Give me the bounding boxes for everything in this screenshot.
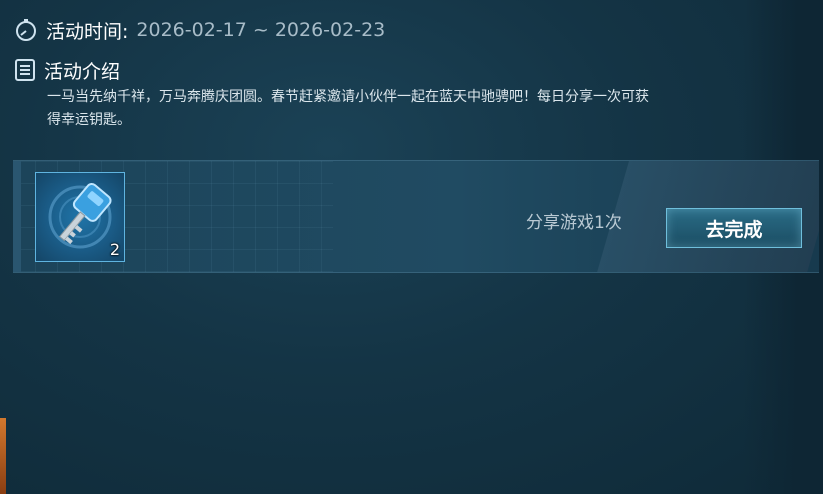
reward-item[interactable]: 2 [35,172,125,262]
activity-intro-label: 活动介绍 [44,60,121,83]
activity-time-label: 活动时间: [46,20,129,43]
list-document-icon [15,59,35,81]
reward-count: 2 [109,240,120,259]
activity-time-value: 2026-02-17 ~ 2026-02-23 [136,19,386,41]
activity-time-row: 活动时间: 2026-02-17 ~ 2026-02-23 [14,16,385,44]
background-orange-edge [0,418,6,494]
activity-description: 一马当先纳千祥，万马奔腾庆团圆。春节赶紧邀请小伙伴一起在蓝天中驰骋吧！每日分享一… [47,89,649,128]
task-description: 分享游戏1次 [526,213,622,233]
complete-task-button[interactable]: 去完成 [666,208,802,248]
task-card-left-bar [13,161,21,272]
task-card: 2 分享游戏1次 去完成 [13,160,819,273]
activity-intro-row: 活动介绍 [14,56,120,84]
stopwatch-icon [16,19,36,41]
